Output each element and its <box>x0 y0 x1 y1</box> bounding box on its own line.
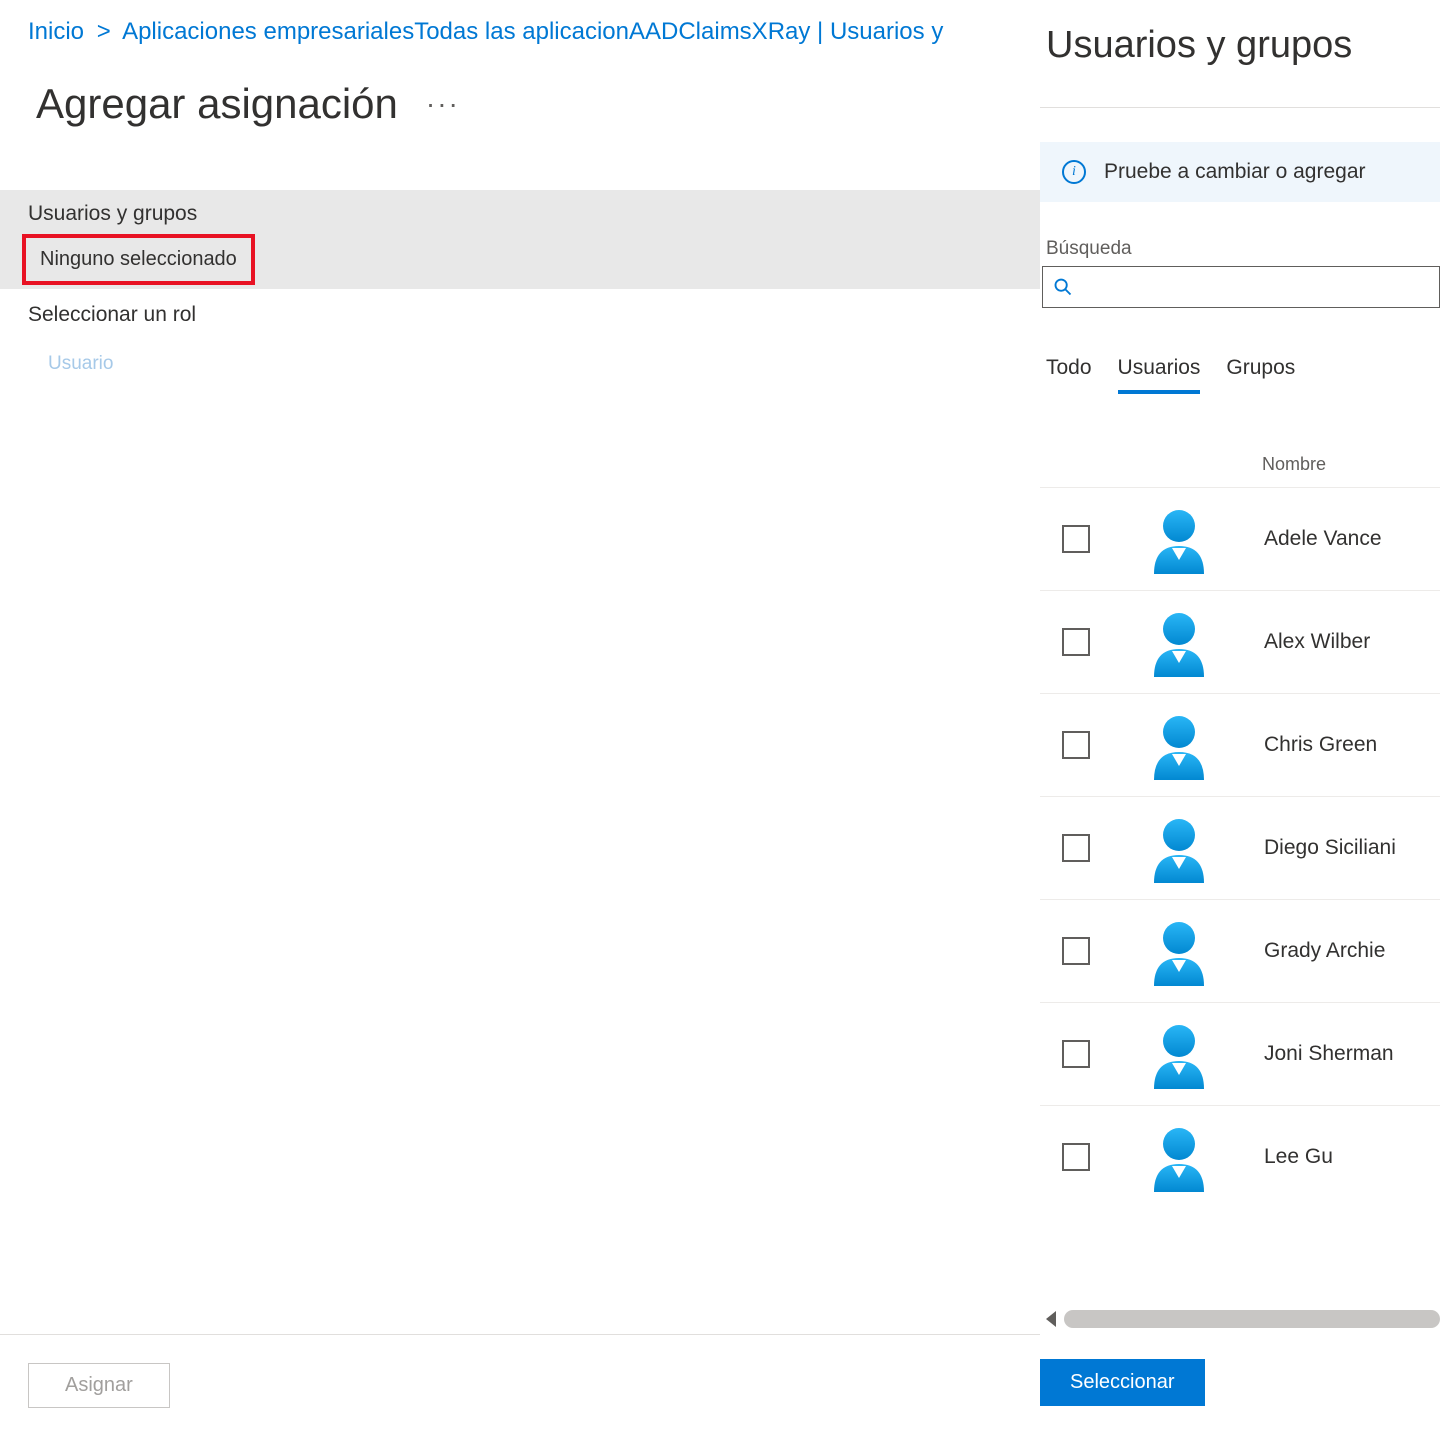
user-name: Alex Wilber <box>1264 630 1370 654</box>
page-title: Agregar asignación <box>36 80 398 128</box>
list-header: Nombre <box>1040 394 1440 487</box>
role-label: Seleccionar un rol <box>0 289 1040 327</box>
tabs-row: Todo Usuarios Grupos <box>1040 308 1440 394</box>
info-banner: i Pruebe a cambiar o agregar <box>1040 142 1440 202</box>
scroll-left-arrow-icon[interactable] <box>1046 1311 1056 1327</box>
info-text: Pruebe a cambiar o agregar <box>1104 160 1366 184</box>
users-groups-value: Ninguno seleccionado <box>40 248 237 270</box>
user-avatar-icon <box>1144 504 1214 574</box>
tab-todo[interactable]: Todo <box>1046 356 1092 394</box>
select-button[interactable]: Seleccionar <box>1040 1359 1205 1406</box>
user-row[interactable]: Alex Wilber <box>1040 590 1440 693</box>
user-checkbox[interactable] <box>1062 834 1090 862</box>
user-list: Adele Vance Alex Wilber Chris Green Dieg… <box>1040 487 1440 1309</box>
user-row[interactable]: Lee Gu <box>1040 1105 1440 1208</box>
user-name: Chris Green <box>1264 733 1377 757</box>
user-name: Adele Vance <box>1264 527 1382 551</box>
breadcrumb-home[interactable]: Inicio <box>28 18 84 45</box>
role-value[interactable]: Usuario <box>0 327 1040 375</box>
user-avatar-icon <box>1144 916 1214 986</box>
search-input[interactable] <box>1081 277 1429 298</box>
breadcrumb-enterprise-apps[interactable]: Aplicaciones empresariales <box>122 18 414 45</box>
user-checkbox[interactable] <box>1062 731 1090 759</box>
tab-grupos[interactable]: Grupos <box>1226 356 1295 394</box>
breadcrumb-all-apps[interactable]: Todas las aplicacion <box>414 18 629 45</box>
users-groups-value-highlight[interactable]: Ninguno seleccionado <box>22 234 255 285</box>
column-header-name[interactable]: Nombre <box>1262 454 1326 474</box>
flyout-title: Usuarios y grupos <box>1040 0 1440 67</box>
breadcrumb-pipe: | <box>810 18 830 45</box>
user-name: Grady Archie <box>1264 939 1385 963</box>
search-label: Búsqueda <box>1040 202 1440 266</box>
users-groups-section[interactable]: Usuarios y grupos Ninguno seleccionado <box>0 190 1040 289</box>
user-row[interactable]: Adele Vance <box>1040 487 1440 590</box>
breadcrumb-users-groups[interactable]: Usuarios y <box>830 18 943 45</box>
user-row[interactable]: Joni Sherman <box>1040 1002 1440 1105</box>
user-name: Lee Gu <box>1264 1145 1333 1169</box>
user-row[interactable]: Chris Green <box>1040 693 1440 796</box>
scroll-track[interactable] <box>1064 1310 1440 1328</box>
form-area: Usuarios y grupos Ninguno seleccionado S… <box>0 190 1040 375</box>
search-icon <box>1053 277 1073 297</box>
user-checkbox[interactable] <box>1062 937 1090 965</box>
user-avatar-icon <box>1144 1019 1214 1089</box>
search-box[interactable] <box>1042 266 1440 308</box>
user-name: Joni Sherman <box>1264 1042 1394 1066</box>
user-checkbox[interactable] <box>1062 628 1090 656</box>
user-avatar-icon <box>1144 607 1214 677</box>
user-avatar-icon <box>1144 813 1214 883</box>
breadcrumb-sep-1: > <box>97 18 111 45</box>
flyout-divider <box>1040 107 1440 108</box>
user-avatar-icon <box>1144 1122 1214 1192</box>
user-checkbox[interactable] <box>1062 525 1090 553</box>
breadcrumb: Inicio > Aplicaciones empresarialesTodas… <box>0 0 1040 48</box>
user-avatar-icon <box>1144 710 1214 780</box>
horizontal-scrollbar[interactable] <box>1040 1309 1440 1329</box>
breadcrumb-app-name[interactable]: AADClaimsXRay <box>629 18 810 45</box>
main-panel: Inicio > Aplicaciones empresarialesTodas… <box>0 0 1040 1436</box>
user-row[interactable]: Grady Archie <box>1040 899 1440 1002</box>
user-row[interactable]: Diego Siciliani <box>1040 796 1440 899</box>
more-actions-button[interactable]: ··· <box>426 88 460 120</box>
info-icon: i <box>1062 160 1086 184</box>
user-checkbox[interactable] <box>1062 1143 1090 1171</box>
users-groups-label: Usuarios y grupos <box>0 190 1040 234</box>
page-title-row: Agregar asignación ··· <box>0 48 1040 128</box>
flyout-panel: Usuarios y grupos i Pruebe a cambiar o a… <box>1040 0 1440 1436</box>
main-footer: Asignar <box>0 1334 1040 1436</box>
flyout-footer: Seleccionar <box>1040 1329 1440 1436</box>
tab-usuarios[interactable]: Usuarios <box>1118 356 1201 394</box>
assign-button[interactable]: Asignar <box>28 1363 170 1408</box>
user-checkbox[interactable] <box>1062 1040 1090 1068</box>
user-name: Diego Siciliani <box>1264 836 1396 860</box>
